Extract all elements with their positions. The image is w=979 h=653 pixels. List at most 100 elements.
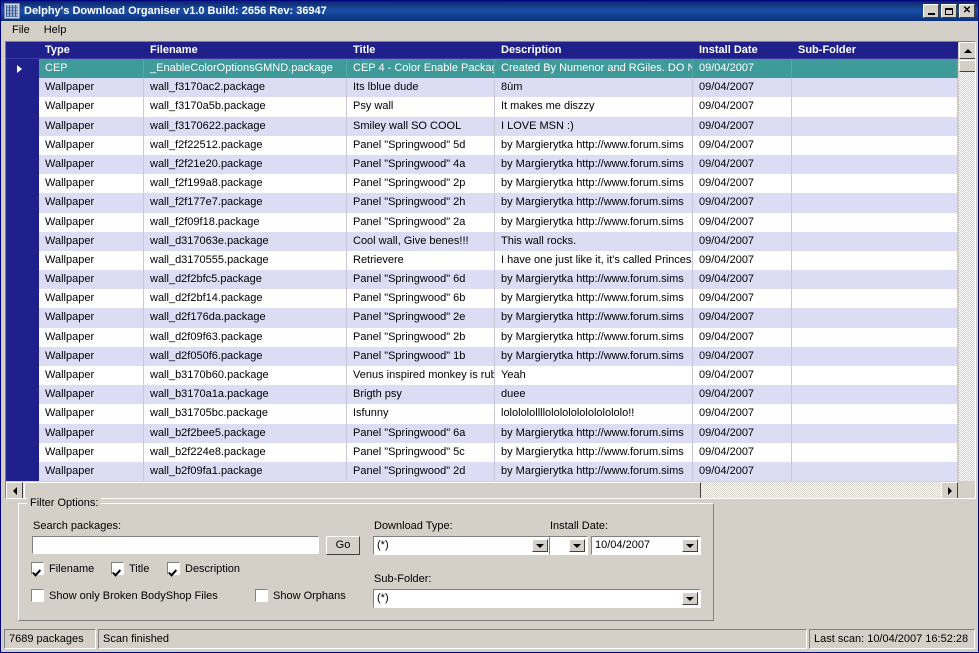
chevron-down-icon-download-type[interactable] [532,539,548,552]
cell-sub-folder [792,308,958,328]
row-indicator [6,289,39,309]
row-indicator [6,116,39,136]
scroll-up-button[interactable] [959,42,975,59]
cell-title: Isfunny [347,404,495,424]
row-cells: Wallpaper wall_d3170555.package Retrievere… [39,250,958,271]
cell-title: Panel "Springwood" 5c [347,442,495,462]
cell-filename: wall_f3170a5b.package [144,97,347,117]
cell-filename: wall_b2f2bee5.package [144,423,347,443]
checkbox-title-box[interactable] [111,562,124,575]
sub-folder-select[interactable]: (*) [373,589,701,608]
table-row[interactable]: Wallpaper wall_f2f199a8.package Panel "Spr… [6,174,958,194]
horizontal-scroll-thumb[interactable] [24,482,701,498]
table-row[interactable]: Wallpaper wall_d2f09f63.package Panel "Spr… [6,327,958,347]
table-row[interactable]: Wallpaper wall_b2f224e8.package Panel "Spr… [6,442,958,462]
table-row[interactable]: Wallpaper wall_b3170a1a.package Brigth psy… [6,385,958,405]
minimize-button[interactable] [923,4,939,18]
cell-install-date: 09/04/2007 [693,78,792,98]
table-row[interactable]: Wallpaper wall_b3170b60.package Venus insp… [6,366,958,386]
row-indicator [6,346,39,366]
cell-title: Its lblue dude [347,78,495,98]
filter-checkbox-title[interactable]: Title [111,562,149,575]
table-row[interactable]: Wallpaper wall_f3170a5b.package Psy wall It… [6,97,958,117]
chevron-left-icon [12,486,17,495]
cell-sub-folder [792,250,958,271]
table-row[interactable]: Wallpaper wall_f2f22512.package Panel "Spr… [6,135,958,155]
table-row[interactable]: Wallpaper wall_b2f09fa1.package Panel "Spr… [6,461,958,481]
scroll-right-button[interactable] [941,482,958,498]
chevron-down-icon-sub-folder[interactable] [682,592,698,605]
cell-type: Wallpaper [39,404,144,424]
application-window: Delphy's Download Organiser v1.0 Build: … [0,0,979,653]
cell-type: Wallpaper [39,385,144,405]
cell-install-date: 09/04/2007 [693,327,792,347]
filter-checkbox-filename[interactable]: Filename [31,562,94,575]
grid-horizontal-scrollbar[interactable] [6,481,958,498]
cell-description: by Margierytka http://www.forum.sims [495,174,693,194]
checkbox-filename-box[interactable] [31,562,44,575]
grid-header-install-date[interactable]: Install Date [693,42,792,58]
grid-header-filename[interactable]: Filename [144,42,347,58]
cell-sub-folder [792,174,958,194]
table-row[interactable]: Wallpaper wall_b2f2bee5.package Panel "Spr… [6,423,958,443]
table-row[interactable]: Wallpaper wall_f2f21e20.package Panel "Spr… [6,154,958,175]
grid-header-title[interactable]: Title [347,42,495,58]
table-row[interactable]: Wallpaper wall_d2f176da.package Panel "Spr… [6,308,958,328]
grid-header-sub-folder[interactable]: Sub-Folder [792,42,958,58]
cell-description: This wall rocks. [495,231,693,251]
table-row[interactable]: Wallpaper wall_f2f177e7.package Panel "Spr… [6,193,958,213]
search-input[interactable] [32,536,319,554]
filter-checkbox-broken-bodyshop[interactable]: Show only Broken BodyShop Files [31,589,218,602]
chevron-down-icon-install-date-operator[interactable] [569,539,585,552]
table-row[interactable]: Wallpaper wall_f2f09f18.package Panel "Spr… [6,212,958,232]
scroll-left-button[interactable] [6,482,23,498]
grid-header-type[interactable]: Type [39,42,144,58]
row-cells: Wallpaper wall_f2f199a8.package Panel "Spr… [39,174,958,194]
cell-filename: _EnableColorOptionsGMND.package [144,59,347,79]
row-indicator [6,461,39,481]
cell-description: 8ùm [495,78,693,98]
chevron-down-icon-install-date[interactable] [682,539,698,552]
install-date-label: Install Date: [550,520,609,532]
grid-header-description[interactable]: Description [495,42,693,58]
packages-grid[interactable]: Type Filename Title Description Install … [5,41,976,499]
download-type-select[interactable]: (*) [373,536,551,555]
install-date-operator-select[interactable] [549,536,588,555]
cell-title: Panel "Springwood" 2d [347,461,495,481]
cell-description: by Margierytka http://www.forum.sims [495,442,693,462]
vertical-scroll-thumb[interactable] [959,60,975,72]
checkbox-show-orphans-box[interactable] [255,589,268,602]
cell-type: Wallpaper [39,231,144,251]
row-cells: Wallpaper wall_f3170622.package Smiley wal… [39,116,958,136]
table-row[interactable]: Wallpaper wall_d2f050f6.package Panel "Spr… [6,346,958,366]
filter-checkbox-description[interactable]: Description [167,562,240,575]
table-row[interactable]: CEP _EnableColorOptionsGMND.package CEP 4 … [6,59,958,79]
table-row[interactable]: Wallpaper wall_b31705bc.package Isfunny lol… [6,404,958,424]
install-date-picker[interactable]: 10/04/2007 [591,536,701,555]
table-row[interactable]: Wallpaper wall_d2f2bf14.package Panel "Spr… [6,289,958,309]
cell-install-date: 09/04/2007 [693,423,792,443]
table-row[interactable]: Wallpaper wall_d317063e.package Cool wall,… [6,231,958,251]
table-row[interactable]: Wallpaper wall_f3170ac2.package Its lblue … [6,78,958,98]
cell-filename: wall_d3170555.package [144,250,347,271]
table-row[interactable]: Wallpaper wall_d2f2bfc5.package Panel "Spr… [6,270,958,290]
window-controls: ✕ [923,4,976,18]
cell-type: Wallpaper [39,174,144,194]
filter-checkbox-show-orphans[interactable]: Show Orphans [255,589,346,602]
row-indicator [6,270,39,290]
table-row[interactable]: Wallpaper wall_f3170622.package Smiley wal… [6,116,958,136]
scrollbar-corner [958,481,975,498]
menu-item-file[interactable]: File [5,22,37,38]
menu-item-help[interactable]: Help [37,22,74,38]
grid-vertical-scrollbar[interactable] [958,42,975,481]
maximize-button[interactable] [941,4,957,18]
table-row[interactable]: Wallpaper wall_d3170555.package Retrievere… [6,250,958,271]
menu-bar: File Help [1,21,978,39]
search-go-button[interactable]: Go [326,536,360,555]
cell-install-date: 09/04/2007 [693,366,792,386]
checkbox-broken-bodyshop-box[interactable] [31,589,44,602]
close-button[interactable]: ✕ [959,4,975,18]
cell-description: by Margierytka http://www.forum.sims [495,289,693,309]
grid-header-row: Type Filename Title Description Install … [6,42,958,59]
checkbox-description-box[interactable] [167,562,180,575]
